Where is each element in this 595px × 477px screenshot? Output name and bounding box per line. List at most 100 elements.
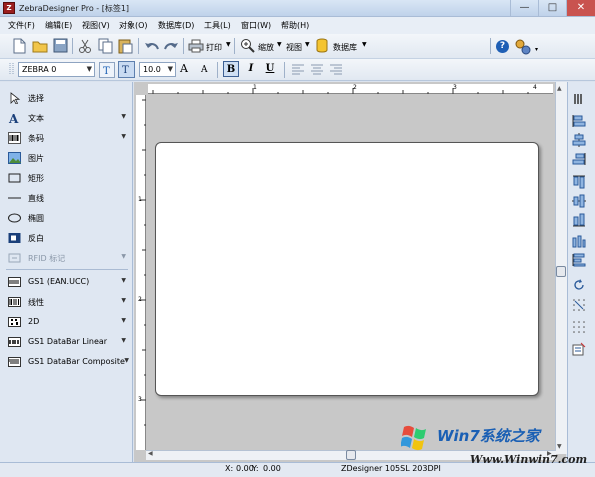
scroll-up-arrow-icon[interactable]: ▲ [557, 85, 562, 92]
tool-gs1-ean[interactable]: GS1 (EAN.UCC) ▼ [6, 273, 132, 291]
toolbar-separator [138, 38, 139, 54]
panel-divider [6, 269, 128, 270]
tool-2d[interactable]: 2D ▼ [6, 313, 132, 331]
menu-view[interactable]: 视图(V) [82, 20, 110, 31]
tool-barcode[interactable]: 条码 ▼ [6, 129, 132, 147]
menu-edit[interactable]: 编辑(E) [45, 20, 72, 31]
2d-barcode-icon [8, 317, 21, 327]
bold-button[interactable]: B [223, 61, 239, 77]
label-sheet[interactable] [155, 142, 539, 396]
new-document-icon[interactable] [12, 38, 26, 54]
tool-databar-composite[interactable]: GS1 DataBar Composite ▼ [6, 353, 132, 371]
print-dropdown-arrow[interactable]: ▼ [226, 41, 231, 48]
tool-text[interactable]: A 文本 ▼ [6, 109, 132, 127]
align-top-edges-icon[interactable] [572, 175, 586, 189]
tool-label: 直线 [28, 194, 44, 203]
tool-linear[interactable]: 线性 ▼ [6, 293, 132, 311]
snap-grid-icon[interactable] [572, 298, 586, 312]
cut-icon[interactable] [78, 38, 92, 54]
toolbar-options-arrow[interactable]: ▾ [535, 46, 538, 53]
font-settings-icon[interactable]: T [118, 61, 135, 78]
align-right-icon[interactable] [329, 63, 343, 75]
align-right-edges-icon[interactable] [572, 152, 586, 166]
tool-inverse[interactable]: 反白 [6, 229, 132, 247]
database-button-label[interactable]: 数据库 [333, 42, 357, 53]
help-icon[interactable]: ? [496, 40, 509, 53]
redo-icon[interactable] [163, 39, 179, 53]
chevron-down-icon[interactable]: ▼ [121, 297, 126, 304]
distribute-vertical-icon[interactable] [572, 253, 586, 267]
font-name-combo[interactable]: ZEBRA 0 ▼ [18, 62, 95, 77]
font-size-combo[interactable]: 10.0 ▼ [139, 62, 176, 77]
database-icon[interactable] [316, 38, 328, 54]
horizontal-scroll-thumb[interactable] [346, 450, 356, 460]
svg-text:A: A [8, 112, 19, 124]
printer-icon[interactable] [188, 39, 204, 53]
paste-icon[interactable] [118, 38, 133, 54]
align-bottom-edges-icon[interactable] [572, 213, 586, 227]
align-horizontal-center-icon[interactable] [572, 133, 586, 147]
close-button[interactable]: ✕ [566, 0, 595, 16]
rotate-icon[interactable] [572, 278, 586, 292]
ellipse-icon [8, 213, 21, 223]
show-grid-icon[interactable] [572, 320, 586, 334]
distribute-horizontal-icon[interactable] [572, 234, 586, 248]
tool-rectangle[interactable]: 矩形 [6, 169, 132, 187]
align-left-edges-icon[interactable] [572, 114, 586, 128]
view-dropdown-arrow[interactable]: ▼ [305, 41, 310, 48]
tool-label: 矩形 [28, 174, 44, 183]
align-center-icon[interactable] [310, 63, 324, 75]
zoom-magnifier-icon[interactable] [240, 38, 256, 54]
tool-picture[interactable]: 图片 [6, 149, 132, 167]
tool-line[interactable]: 直线 [6, 189, 132, 207]
menu-help[interactable]: 帮助(H) [281, 20, 309, 31]
view-button-label[interactable]: 视图 [286, 42, 302, 53]
chevron-down-icon[interactable]: ▼ [121, 337, 126, 344]
chevron-down-icon[interactable]: ▼ [87, 63, 92, 76]
tool-databar-linear[interactable]: GS1 DataBar Linear ▼ [6, 333, 132, 351]
underline-button[interactable]: U [262, 61, 278, 77]
scroll-down-arrow-icon[interactable]: ▼ [557, 443, 562, 450]
tool-label: GS1 (EAN.UCC) [28, 277, 90, 286]
linear-barcode-icon [8, 297, 21, 307]
undo-icon[interactable] [144, 39, 160, 53]
ruler-number: 2 [353, 84, 357, 91]
status-printer: ZDesigner 105SL 203DPI [341, 464, 441, 473]
windows-logo-icon [401, 425, 426, 451]
minimize-button[interactable]: — [510, 0, 538, 16]
open-folder-icon[interactable] [32, 38, 49, 54]
chevron-down-icon[interactable]: ▼ [121, 133, 126, 140]
zoom-button-label[interactable]: 缩放 [258, 42, 274, 53]
print-button-label[interactable]: 打印 [206, 42, 222, 53]
chevron-down-icon[interactable]: ▼ [121, 113, 126, 120]
status-x-label: X: [225, 464, 234, 473]
menu-tools[interactable]: 工具(L) [204, 20, 231, 31]
barcode-icon [8, 132, 21, 144]
align-vertical-center-icon[interactable] [572, 194, 586, 208]
maximize-button[interactable]: □ [538, 0, 566, 16]
copy-icon[interactable] [98, 38, 113, 54]
database-dropdown-arrow[interactable]: ▼ [362, 41, 367, 48]
italic-button[interactable]: I [243, 61, 259, 77]
menu-object[interactable]: 对象(O) [119, 20, 148, 31]
menu-file[interactable]: 文件(F) [8, 20, 35, 31]
scroll-left-arrow-icon[interactable]: ◀ [148, 450, 153, 457]
font-type-icon[interactable]: T [99, 62, 115, 78]
chevron-down-icon[interactable]: ▼ [168, 63, 173, 76]
save-icon[interactable] [53, 38, 68, 54]
zoom-dropdown-arrow[interactable]: ▼ [277, 41, 282, 48]
vertical-scroll-thumb[interactable] [556, 266, 566, 277]
rfid-icon [8, 253, 21, 263]
chevron-down-icon[interactable]: ▼ [121, 317, 126, 324]
shrink-font-icon[interactable]: A [201, 65, 208, 75]
object-properties-icon[interactable] [572, 342, 586, 356]
menu-database[interactable]: 数据库(D) [158, 20, 194, 31]
align-left-icon[interactable] [291, 63, 305, 75]
chevron-down-icon[interactable]: ▼ [121, 277, 126, 284]
chevron-down-icon[interactable]: ▼ [124, 357, 129, 364]
tool-ellipse[interactable]: 椭圆 [6, 209, 132, 227]
grow-font-icon[interactable]: A [180, 62, 188, 75]
tool-select[interactable]: 选择 [6, 89, 132, 107]
menu-window[interactable]: 窗口(W) [241, 20, 271, 31]
settings-gears-icon[interactable] [514, 38, 532, 56]
